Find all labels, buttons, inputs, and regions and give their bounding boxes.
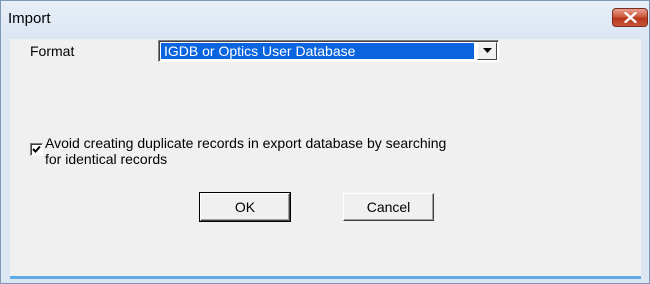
format-dropdown-button[interactable]	[477, 42, 497, 60]
avoid-duplicates-label-line2: for identical records	[45, 151, 168, 167]
cancel-button[interactable]: Cancel	[343, 193, 434, 221]
bottom-edge	[10, 276, 641, 279]
avoid-duplicates-checkbox[interactable]	[30, 143, 43, 156]
title-bar[interactable]: Import	[1, 1, 649, 39]
format-selected-value[interactable]: IGDB or Optics User Database	[161, 43, 474, 59]
format-label: Format	[30, 43, 75, 59]
ok-button[interactable]: OK	[199, 192, 291, 222]
chevron-down-icon	[483, 48, 492, 53]
avoid-duplicates-label-line1: Avoid creating duplicate records in expo…	[45, 135, 447, 151]
import-dialog: Import Format IGDB or Optics User Databa…	[0, 0, 650, 284]
format-dropdown[interactable]: IGDB or Optics User Database	[158, 40, 499, 62]
dialog-title: Import	[8, 10, 51, 27]
avoid-duplicates-label[interactable]: Avoid creating duplicate records in expo…	[45, 135, 545, 167]
close-icon	[624, 12, 637, 23]
checkmark-icon	[32, 145, 41, 153]
close-button[interactable]	[612, 8, 648, 27]
